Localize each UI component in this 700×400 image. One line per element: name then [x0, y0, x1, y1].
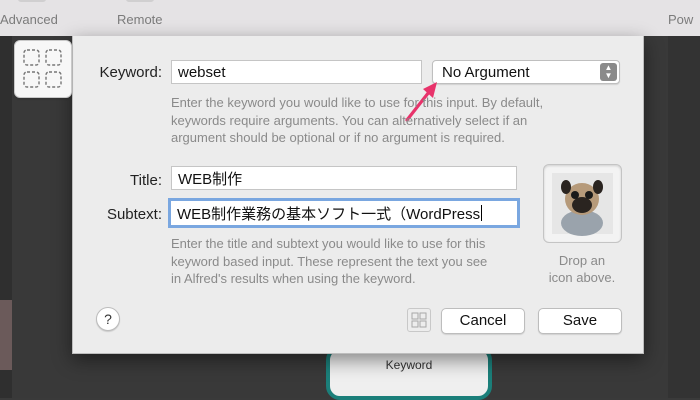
- chevron-updown-icon: ▲ ▼: [600, 63, 617, 81]
- argument-select-value: No Argument: [442, 64, 530, 81]
- toolbar-remote[interactable]: Remote: [117, 12, 163, 27]
- text-caret: [481, 205, 483, 221]
- canvas-left-node-edge: [0, 300, 12, 370]
- toolbar-powerpack[interactable]: Pow: [668, 12, 693, 27]
- keyword-help-line-3: argument should be optional or if no arg…: [171, 130, 505, 145]
- subtext-help-text: Enter the title and subtext you would li…: [171, 235, 487, 288]
- dotted-grid-icon: [23, 49, 62, 88]
- subtext-label: Subtext:: [106, 206, 162, 223]
- subtext-help-line-3: in Alfred's results when using the keywo…: [171, 271, 416, 286]
- title-label: Title:: [130, 172, 162, 189]
- keyword-help-line-1: Enter the keyword you would like to use …: [171, 95, 544, 110]
- subtext-help-line-2: keyword based input. These represent the…: [171, 253, 488, 269]
- keyword-help-line-2: keywords require arguments. You can alte…: [171, 112, 528, 128]
- subtext-help-line-1: Enter the title and subtext you would li…: [171, 236, 486, 251]
- argument-select[interactable]: No Argument ▲ ▼: [432, 60, 620, 84]
- keyword-help-text: Enter the keyword you would like to use …: [171, 94, 543, 147]
- subtext-field[interactable]: WEB制作業務の基本ソフト一式（WordPress: [168, 198, 520, 228]
- remote-icon[interactable]: [126, 0, 154, 2]
- keyword-field[interactable]: webset: [171, 60, 422, 84]
- icon-drop-well[interactable]: [543, 164, 622, 243]
- drop-icon-line-2: icon above.: [548, 270, 616, 285]
- advanced-icon[interactable]: [18, 0, 46, 2]
- keyword-field-value: webset: [178, 63, 226, 81]
- cancel-button[interactable]: Cancel: [441, 308, 525, 334]
- grid-icon-glyph: [411, 312, 427, 328]
- pug-icon: [552, 173, 613, 236]
- title-field[interactable]: WEB制作: [171, 166, 517, 190]
- preferences-toolbar: Advanced Remote Pow: [0, 0, 700, 37]
- title-field-value: WEB制作: [178, 170, 243, 188]
- drop-icon-line-1: Drop an: [558, 253, 606, 268]
- drop-icon-caption: Drop an icon above.: [536, 252, 628, 286]
- grid-icon[interactable]: [407, 308, 431, 332]
- keyword-node[interactable]: [326, 346, 492, 400]
- save-button[interactable]: Save: [538, 308, 622, 334]
- toolbar-advanced[interactable]: Advanced: [0, 12, 58, 27]
- canvas-right-strip: [668, 36, 700, 398]
- keyword-label: Keyword:: [99, 64, 162, 81]
- keyword-node-label: Keyword: [385, 358, 433, 372]
- input-type-tile[interactable]: [14, 40, 72, 98]
- subtext-field-value: WEB制作業務の基本ソフト一式（WordPress: [177, 205, 481, 223]
- help-button[interactable]: ?: [96, 307, 120, 331]
